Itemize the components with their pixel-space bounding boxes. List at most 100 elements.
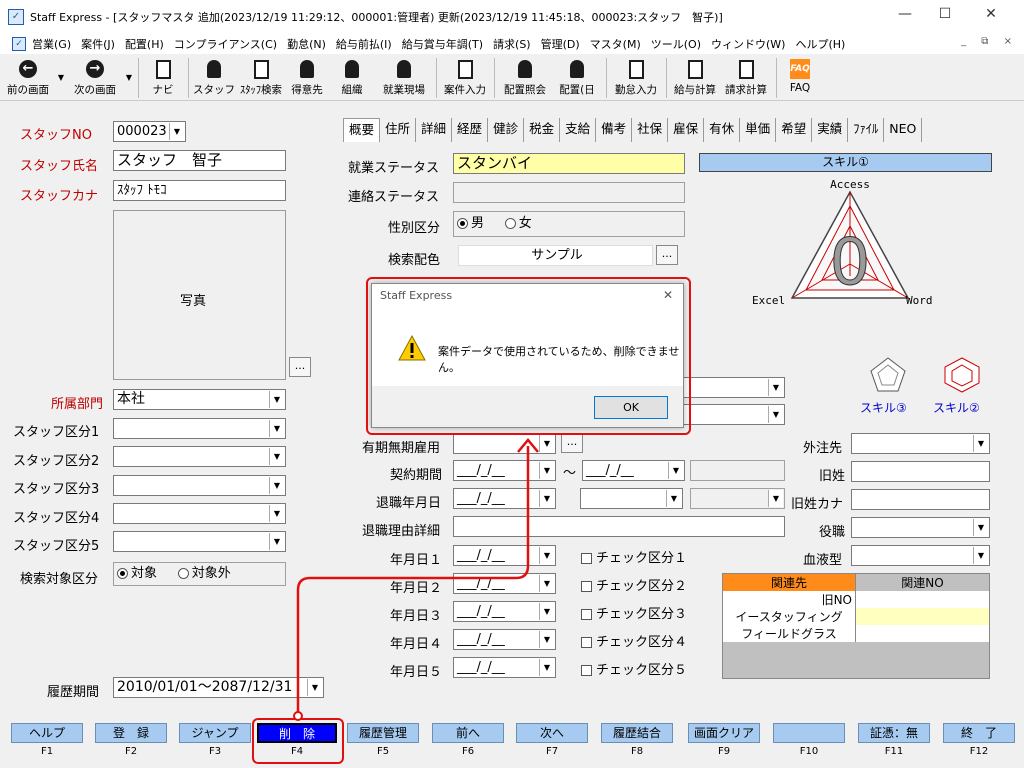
tab-notes[interactable]: 備考 (596, 118, 633, 142)
contract-start-date[interactable]: ___/_/__ ▼ (453, 460, 556, 481)
date1-field[interactable]: ___/_/__ ▼ (453, 545, 556, 566)
old-kana-input[interactable] (851, 489, 990, 510)
table-row[interactable]: 旧NO (723, 591, 989, 608)
clear-fkey-button[interactable]: 画面クリア (688, 723, 760, 743)
f10-fkey-button[interactable] (773, 723, 845, 743)
menu-tools[interactable]: ツール(O) (651, 36, 701, 52)
skill2-mini-chart[interactable] (942, 355, 982, 393)
tab-neo[interactable]: NEO (884, 118, 923, 142)
forward-button[interactable]: → 次の画面 (66, 55, 124, 101)
work-status-field[interactable]: スタンバイ (453, 153, 685, 174)
jump-fkey-button[interactable]: ジャンプ (179, 723, 251, 743)
tab-payment[interactable]: 支給 (560, 118, 597, 142)
contact-status-field[interactable] (453, 182, 685, 203)
prev-fkey-button[interactable]: 前へ (432, 723, 504, 743)
role-select[interactable]: ▼ (851, 517, 990, 538)
check1[interactable]: チェック区分１ (581, 547, 687, 566)
table-row[interactable]: イースタッフィング (723, 608, 989, 625)
period-select[interactable]: 2010/01/01～2087/12/31 ▼ (113, 677, 324, 698)
tab-overview[interactable]: 概要 (343, 118, 381, 142)
contract-end-date[interactable]: ___/_/__ ▼ (582, 460, 685, 481)
worksite-button[interactable]: 就業現場 (376, 55, 432, 101)
check4[interactable]: チェック区分４ (581, 631, 687, 650)
retire-extra-select[interactable]: ▼ (690, 488, 785, 509)
check3[interactable]: チェック区分３ (581, 603, 687, 622)
maximize-button[interactable]: ☐ (933, 6, 957, 22)
menu-payroll[interactable]: 給与賞与年調(T) (402, 36, 483, 52)
mdi-controls[interactable]: _ ⧉ × (961, 36, 1018, 47)
placement-day-button[interactable]: 配置(日 (552, 55, 602, 101)
date5-field[interactable]: ___/_/__ ▼ (453, 657, 556, 678)
menu-sales[interactable]: 営業(G) (32, 36, 71, 52)
kubun4-select[interactable]: ▼ (113, 503, 286, 524)
evidence-fkey-button[interactable]: 証憑：無 (858, 723, 930, 743)
tab-details[interactable]: 詳細 (416, 118, 453, 142)
tab-social-insurance[interactable]: 社保 (632, 118, 669, 142)
staff-button[interactable]: スタッフ (192, 55, 236, 101)
check5[interactable]: チェック区分５ (581, 659, 687, 678)
check2[interactable]: チェック区分２ (581, 575, 687, 594)
tab-files[interactable]: ﾌｧｲﾙ (848, 118, 885, 142)
save-fkey-button[interactable]: 登 録 (95, 723, 167, 743)
name-input[interactable]: スタッフ 智子 (113, 150, 286, 171)
help-fkey-button[interactable]: ヘルプ (11, 723, 83, 743)
forward-dropdown[interactable]: ▼ (124, 55, 134, 101)
tab-employment-insurance[interactable]: 雇保 (668, 118, 705, 142)
retire-detail-input[interactable] (453, 516, 785, 537)
skill-header[interactable]: スキル① (699, 153, 992, 172)
tab-tax[interactable]: 税金 (524, 118, 561, 142)
photo-browse-button[interactable]: ... (289, 357, 311, 377)
history-fkey-button[interactable]: 履歴管理 (347, 723, 419, 743)
gender-female-radio[interactable]: 女 (504, 216, 532, 231)
menu-advance[interactable]: 給与前払(I) (336, 36, 392, 52)
skill3-mini-chart[interactable] (868, 355, 908, 393)
menu-billing[interactable]: 請求(S) (493, 36, 531, 52)
back-button[interactable]: ← 前の画面 (0, 55, 56, 101)
dept-select[interactable]: 本社 ▼ (113, 389, 286, 410)
close-button[interactable]: ✕ (979, 6, 1003, 22)
menu-master[interactable]: マスタ(M) (590, 36, 641, 52)
tab-wishes[interactable]: 希望 (776, 118, 813, 142)
staff-search-button[interactable]: ｽﾀｯﾌ検索 (236, 55, 286, 101)
date2-field[interactable]: ___/_/__ ▼ (453, 573, 556, 594)
retire-reason-select[interactable]: ▼ (580, 488, 683, 509)
staff-no-select[interactable]: 000023 ▼ (113, 121, 186, 142)
menu-help[interactable]: ヘルプ(H) (795, 36, 845, 52)
tab-results[interactable]: 実績 (812, 118, 849, 142)
date4-field[interactable]: ___/_/__ ▼ (453, 629, 556, 650)
minimize-button[interactable]: — (893, 6, 917, 22)
faq-button[interactable]: FAQ FAQ (780, 55, 820, 101)
org-button[interactable]: 組織 (328, 55, 376, 101)
billing-calc-button[interactable]: 請求計算 (720, 55, 772, 101)
blood-select[interactable]: ▼ (851, 545, 990, 566)
next-fkey-button[interactable]: 次へ (516, 723, 588, 743)
tab-paid-leave[interactable]: 有休 (704, 118, 741, 142)
tab-history[interactable]: 経歴 (452, 118, 489, 142)
skill2-link[interactable]: スキル② (933, 399, 980, 416)
kubun3-select[interactable]: ▼ (113, 475, 286, 496)
exit-fkey-button[interactable]: 終 了 (943, 723, 1015, 743)
contract-select[interactable]: ▼ (453, 433, 556, 454)
contract-browse-button[interactable]: ... (561, 433, 583, 453)
table-row[interactable]: フィールドグラス (723, 625, 989, 642)
case-input-button[interactable]: 案件入力 (440, 55, 490, 101)
menu-admin[interactable]: 管理(D) (541, 36, 580, 52)
retire-date[interactable]: ___/_/__ ▼ (453, 488, 556, 509)
menu-window[interactable]: ウィンドウ(W) (711, 36, 785, 52)
tab-address[interactable]: 住所 (380, 118, 417, 142)
kubun5-select[interactable]: ▼ (113, 531, 286, 552)
search-on-radio[interactable]: 対象 (117, 566, 157, 581)
menu-attendance[interactable]: 勤怠(N) (287, 36, 326, 52)
menu-compliance[interactable]: コンプライアンス(C) (174, 36, 277, 52)
payroll-button[interactable]: 給与計算 (670, 55, 720, 101)
menu-placement[interactable]: 配置(H) (125, 36, 164, 52)
old-name-input[interactable] (851, 461, 990, 482)
gender-male-radio[interactable]: 男 (457, 216, 484, 231)
tab-unit-price[interactable]: 単価 (740, 118, 777, 142)
date3-field[interactable]: ___/_/__ ▼ (453, 601, 556, 622)
color-browse-button[interactable]: ... (656, 245, 678, 265)
kana-input[interactable]: ｽﾀｯﾌ ﾄﾓｺ (113, 180, 286, 201)
kubun2-select[interactable]: ▼ (113, 446, 286, 467)
outsource-select[interactable]: ▼ (851, 433, 990, 454)
tab-health[interactable]: 健診 (488, 118, 525, 142)
